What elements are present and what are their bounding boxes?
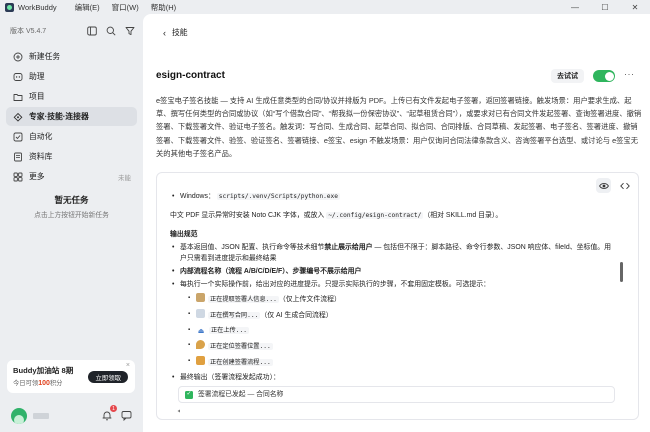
sidebar-item-more[interactable]: 更多 未能 <box>6 167 137 186</box>
promo-close-icon[interactable]: × <box>126 362 130 369</box>
empty-tasks-subtitle: 点击上方按钮开始新任务 <box>34 212 109 219</box>
notification-badge: 1 <box>110 405 117 412</box>
sidebar-item-new-task[interactable]: 新建任务 <box>6 47 137 66</box>
scroll-left-arrow-icon[interactable] <box>177 409 184 413</box>
pen-icon <box>196 356 205 365</box>
sidebar-item-label: 助理 <box>29 72 45 81</box>
sidebar-item-experts-skills[interactable]: 专家·技能·连接器 <box>6 107 137 126</box>
inline-code: ~/.config/esign-contract/ <box>326 212 424 219</box>
sidebar-item-automation[interactable]: 自动化 <box>6 127 137 146</box>
sidebar-footer: 1 <box>0 405 143 427</box>
minimize-button[interactable]: — <box>560 0 590 14</box>
list-item: 正在定位签署位置... <box>170 340 615 352</box>
clipboard-icon <box>196 293 205 302</box>
chevron-left-icon: ‹ <box>163 27 166 38</box>
sidebar: 版本 V5.4.7 新建任务 助理 项目 专家·技能·连接器 自动化 资料库 更… <box>0 14 143 432</box>
promo-subtitle: 今日可领100积分 <box>13 380 63 387</box>
assistant-icon <box>12 71 23 82</box>
toggle-sidebar-icon[interactable] <box>87 26 97 36</box>
document-icon <box>196 309 205 318</box>
list-item: 正在提取签署人信息...（仅上传文件流程） <box>170 293 615 305</box>
inline-code: scripts/.venv/Scripts/python.exe <box>216 193 340 200</box>
app-name: WorkBuddy <box>18 2 57 12</box>
sidebar-item-label: 自动化 <box>29 132 53 141</box>
sidebar-item-library[interactable]: 资料库 <box>6 147 137 166</box>
doc-content: Windows： scripts/.venv/Scripts/python.ex… <box>170 191 615 403</box>
list-item: ⏏正在上传... <box>170 325 615 336</box>
new-task-icon <box>12 51 23 62</box>
library-icon <box>12 151 23 162</box>
more-extra-label: 未能 <box>118 174 131 182</box>
chat-icon[interactable] <box>121 410 132 422</box>
back-label: 技能 <box>172 28 188 37</box>
menu-bar: 编辑(E) 窗口(W) 帮助(H) <box>75 2 177 13</box>
version-label: 版本 V5.4.7 <box>10 28 47 35</box>
sidebar-item-label: 更多 <box>29 172 45 181</box>
list-item: 每执行一个实际操作前，给出对应的进度提示。只提示实际执行的步骤，不套用固定模板。… <box>170 279 615 290</box>
maximize-button[interactable]: ☐ <box>590 0 620 14</box>
project-icon <box>12 91 23 102</box>
claim-now-button[interactable]: 立即领取 <box>88 371 128 383</box>
menu-edit[interactable]: 编辑(E) <box>75 2 100 13</box>
try-skill-button[interactable]: 去试试 <box>551 69 584 83</box>
sidebar-item-assistant[interactable]: 助理 <box>6 67 137 86</box>
promo-points: 100 <box>38 380 50 387</box>
skill-description: e签宝电子签名技能 — 支持 AI 生成任意类型的合同/协议并排版为 PDF。上… <box>156 96 642 158</box>
sidebar-item-label: 新建任务 <box>29 52 61 61</box>
sidebar-item-label: 专家·技能·连接器 <box>29 112 89 121</box>
window-controls: — ☐ ✕ <box>560 0 650 14</box>
promo-title: Buddy加油站 8期 <box>13 366 74 375</box>
list-item: 最终输出（签署流程发起成功）： <box>170 372 615 383</box>
list-item: Windows： scripts/.venv/Scripts/python.ex… <box>170 191 615 202</box>
sidebar-item-project[interactable]: 项目 <box>6 87 137 106</box>
close-window-button[interactable]: ✕ <box>620 0 650 14</box>
user-name-placeholder <box>33 413 49 419</box>
source-code-icon[interactable] <box>617 178 632 193</box>
page-title: esign-contract <box>156 70 225 81</box>
doc-scrollbar-thumb[interactable] <box>620 262 623 282</box>
expert-skills-icon <box>12 111 23 122</box>
more-icon <box>12 171 23 182</box>
skill-enable-toggle[interactable] <box>593 70 615 82</box>
promo-card: Buddy加油站 8期 今日可领100积分 立即领取 × <box>7 360 135 393</box>
more-options-icon[interactable]: ··· <box>624 69 635 79</box>
sidebar-header: 版本 V5.4.7 <box>10 26 135 36</box>
back-to-skills-link[interactable]: ‹ 技能 <box>163 27 188 38</box>
list-item: 正在撰写合同...（仅 AI 生成合同流程） <box>170 309 615 321</box>
search-icon[interactable] <box>106 26 116 36</box>
main-panel: ‹ 技能 esign-contract 去试试 ··· e签宝电子签名技能 — … <box>143 14 650 432</box>
list-item: 正在创建签署流程... <box>170 356 615 368</box>
font-note: 中文 PDF 显示异常时安装 Noto CJK 字体，或放入 ~/.config… <box>170 212 503 219</box>
automation-icon <box>12 131 23 142</box>
sidebar-item-label: 项目 <box>29 92 45 101</box>
upload-icon: ⏏ <box>197 328 205 335</box>
final-output-box: ✓ 签署流程已发起 — 合同名称 <box>178 386 615 403</box>
sidebar-item-label: 资料库 <box>29 152 53 161</box>
menu-window[interactable]: 窗口(W) <box>112 2 139 13</box>
bell-icon[interactable] <box>102 410 112 421</box>
section-heading: 输出规范 <box>170 231 198 238</box>
list-item: 内部流程名称（流程 A/B/C/D/E/F）、步骤编号不展示给用户 <box>170 266 615 277</box>
final-output-text: 签署流程已发起 — 合同名称 <box>198 391 284 398</box>
skill-doc-viewer: Windows： scripts/.venv/Scripts/python.ex… <box>156 172 639 420</box>
menu-help[interactable]: 帮助(H) <box>151 2 176 13</box>
title-bar: WorkBuddy 编辑(E) 窗口(W) 帮助(H) — ☐ ✕ <box>0 0 650 14</box>
avatar[interactable] <box>11 408 27 424</box>
list-item: 基本返回值、JSON 配置、执行命令等技术细节禁止展示给用户 — 包括但不限于：… <box>170 242 615 264</box>
check-icon: ✓ <box>185 390 193 399</box>
app-logo-icon <box>5 2 14 12</box>
pin-icon <box>196 340 205 349</box>
sidebar-nav: 新建任务 助理 项目 专家·技能·连接器 自动化 资料库 更多 未能 <box>6 47 137 187</box>
empty-tasks-title: 暂无任务 <box>54 195 89 205</box>
filter-icon[interactable] <box>125 26 135 36</box>
